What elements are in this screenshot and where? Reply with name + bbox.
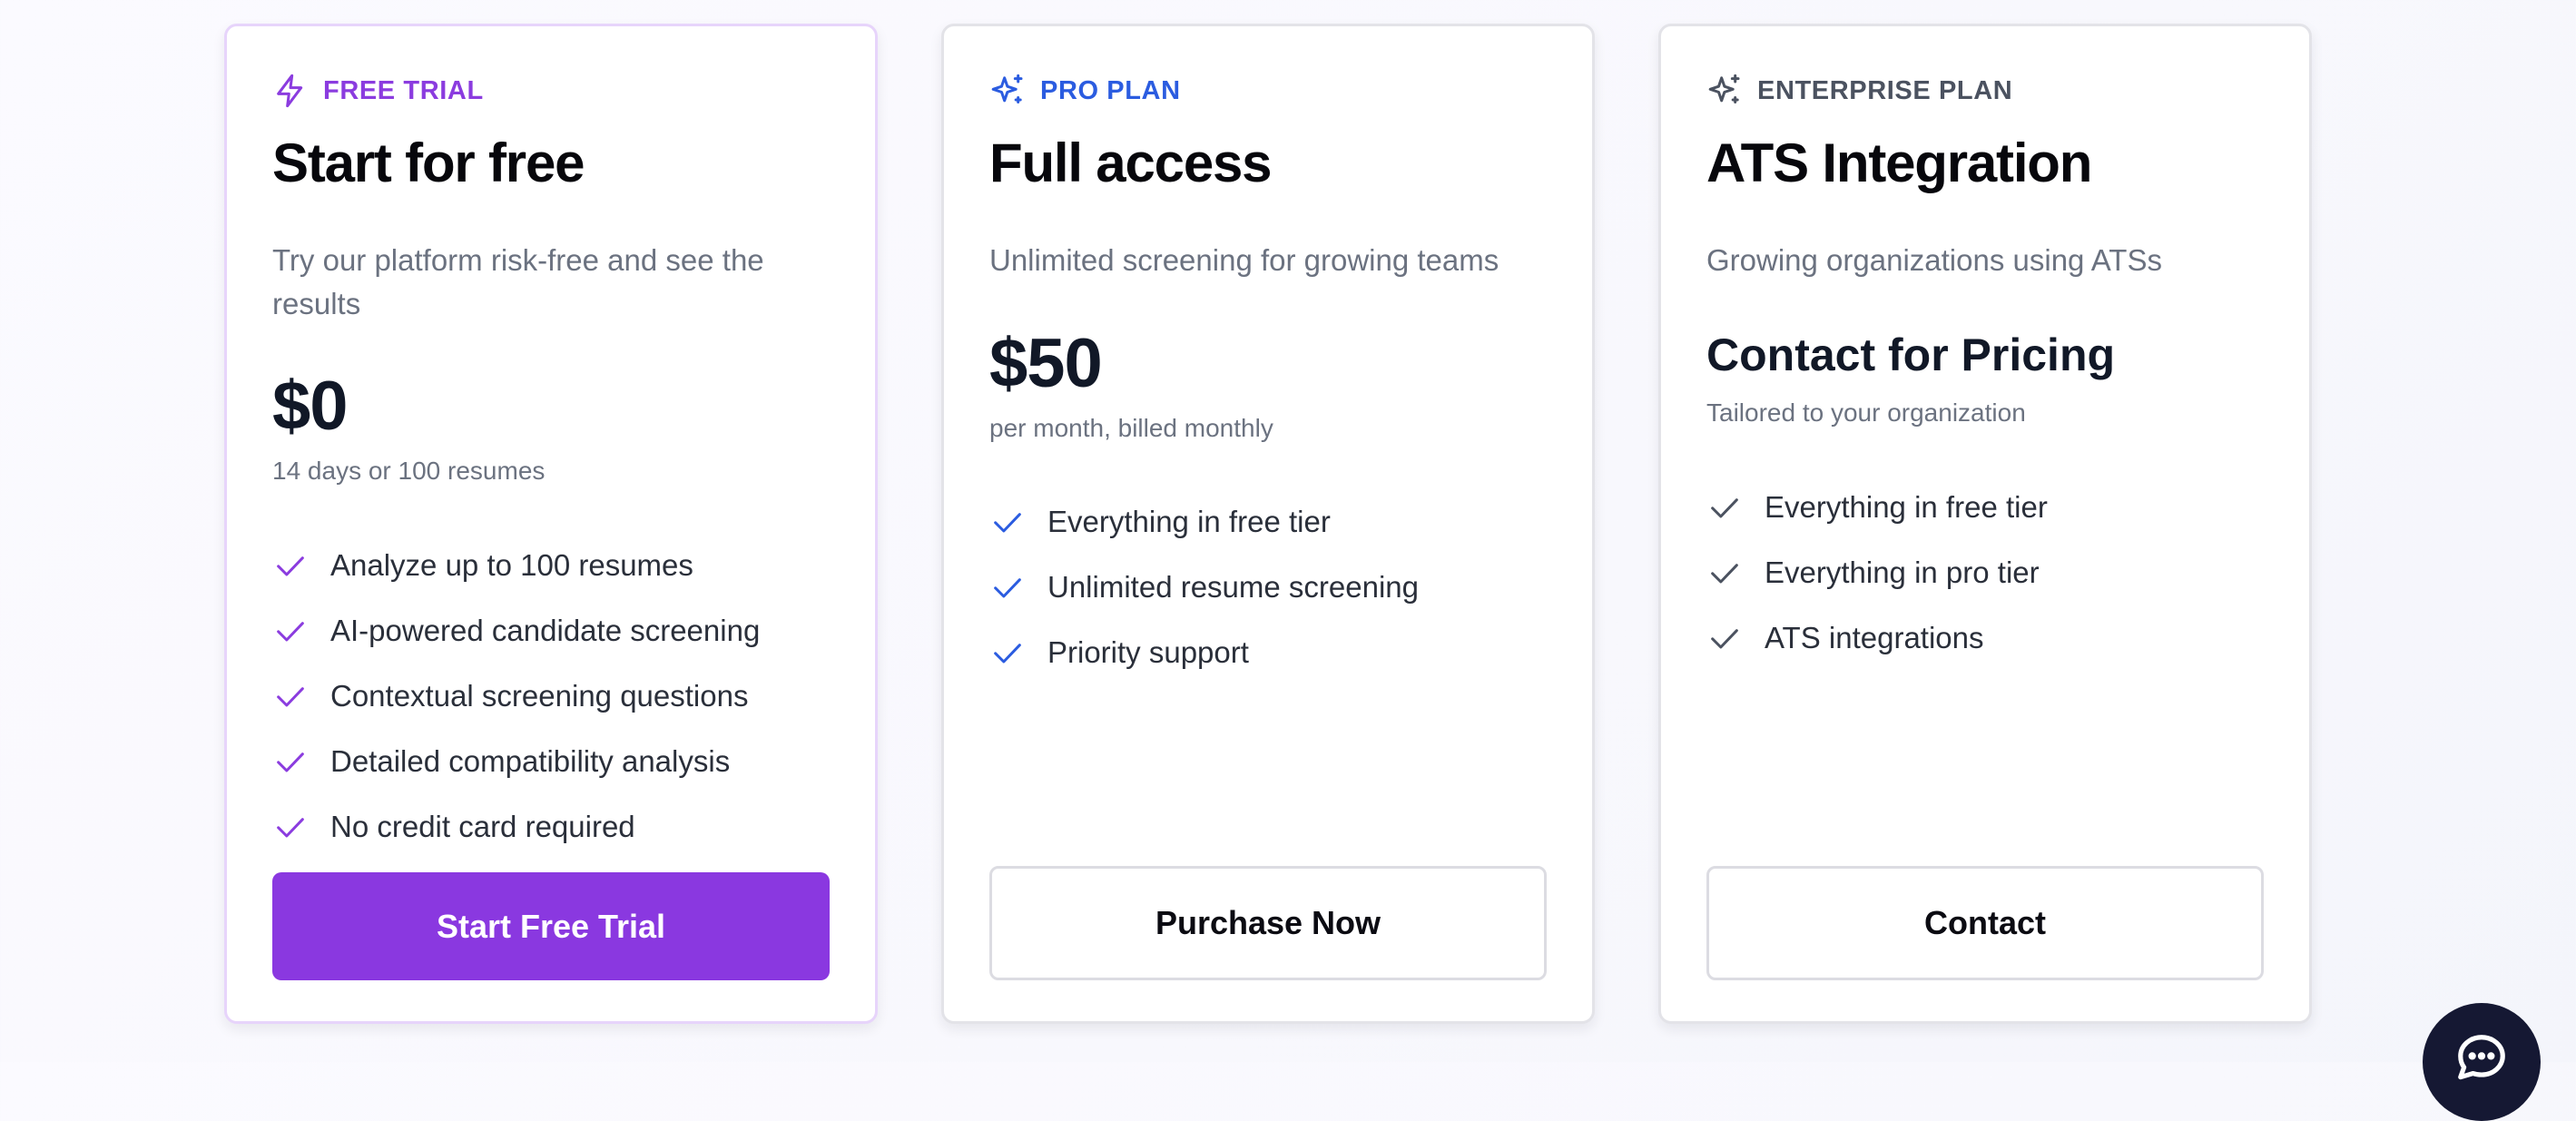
plan-tag-label: FREE TRIAL	[323, 75, 484, 105]
feature-label: Everything in free tier	[1765, 490, 2048, 524]
plan-subtitle: Unlimited screening for growing teams	[989, 243, 1499, 277]
plan-subtitle: Growing organizations using ATSs	[1706, 243, 2162, 277]
plan-price-note: Tailored to your organization	[1706, 398, 2026, 427]
feature-label: Everything in pro tier	[1765, 556, 2040, 589]
feature-item: No credit card required	[272, 794, 830, 860]
feature-item: Unlimited resume screening	[989, 555, 1547, 620]
plan-tag: ENTERPRISE PLAN	[1706, 71, 2012, 111]
enterprise-plan-card: ENTERPRISE PLAN ATS Integration Growing …	[1658, 24, 2312, 1024]
feature-item: ATS integrations	[1706, 605, 2264, 671]
pro-plan-card: PRO PLAN Full access Unlimited screening…	[941, 24, 1595, 1024]
feature-label: AI-powered candidate screening	[330, 614, 761, 647]
check-icon	[994, 513, 1021, 533]
chat-bubble-icon	[2458, 1035, 2505, 1080]
plan-tag-label: ENTERPRISE PLAN	[1757, 75, 2013, 105]
feature-item: Detailed compatibility analysis	[272, 729, 830, 794]
feature-list: Everything in free tier Unlimited resume…	[989, 489, 1547, 685]
plan-price: $50	[989, 325, 1103, 402]
start-free-trial-button[interactable]: Start Free Trial	[272, 872, 830, 980]
check-icon	[277, 687, 304, 707]
feature-item: Contextual screening questions	[272, 664, 830, 729]
feature-item: Everything in pro tier	[1706, 540, 2264, 605]
feature-label: ATS integrations	[1765, 621, 1984, 654]
lightning-bolt-icon	[277, 74, 303, 108]
plan-tag-label: PRO PLAN	[1040, 75, 1181, 105]
feature-list: Everything in free tier Everything in pr…	[1706, 475, 2264, 671]
check-icon	[994, 578, 1021, 598]
check-icon	[1711, 498, 1738, 518]
check-icon	[1711, 564, 1738, 584]
free-trial-card: FREE TRIAL Start for free Try our platfo…	[224, 24, 878, 1024]
plan-title: Start for free	[272, 133, 585, 193]
feature-list: Analyze up to 100 resumes AI-powered can…	[272, 533, 830, 860]
plan-tag: PRO PLAN	[989, 71, 1181, 111]
feature-label: Everything in free tier	[1047, 505, 1331, 538]
feature-item: Everything in free tier	[989, 489, 1547, 555]
sparkles-icon	[1708, 74, 1740, 103]
contact-button[interactable]: Contact	[1706, 866, 2264, 980]
feature-item: AI-powered candidate screening	[272, 598, 830, 664]
check-icon	[277, 752, 304, 772]
check-icon	[277, 622, 304, 642]
plan-price-note: 14 days or 100 resumes	[272, 457, 546, 485]
check-icon	[1711, 629, 1738, 649]
check-icon	[277, 556, 304, 576]
feature-label: Detailed compatibility analysis	[330, 744, 731, 778]
feature-label: Analyze up to 100 resumes	[330, 548, 693, 582]
feature-label: Priority support	[1047, 635, 1249, 669]
plan-price-note: per month, billed monthly	[989, 414, 1273, 442]
plan-title: ATS Integration	[1706, 133, 2092, 193]
check-icon	[277, 818, 304, 838]
plan-tag: FREE TRIAL	[272, 71, 484, 111]
feature-label: Unlimited resume screening	[1047, 570, 1420, 604]
plan-price: Contact for Pricing	[1706, 329, 2116, 380]
feature-label: Contextual screening questions	[330, 679, 749, 713]
chat-widget-button[interactable]	[2423, 1003, 2541, 1121]
sparkles-icon	[991, 74, 1023, 103]
feature-label: No credit card required	[330, 810, 635, 843]
purchase-now-button[interactable]: Purchase Now	[989, 866, 1547, 980]
plan-title: Full access	[989, 133, 1273, 193]
feature-item: Everything in free tier	[1706, 475, 2264, 540]
feature-item: Priority support	[989, 620, 1547, 685]
plan-price: $0	[272, 368, 349, 445]
plan-subtitle: Try our platform risk-free and see the r…	[272, 243, 764, 320]
feature-item: Analyze up to 100 resumes	[272, 533, 830, 598]
check-icon	[994, 644, 1021, 664]
